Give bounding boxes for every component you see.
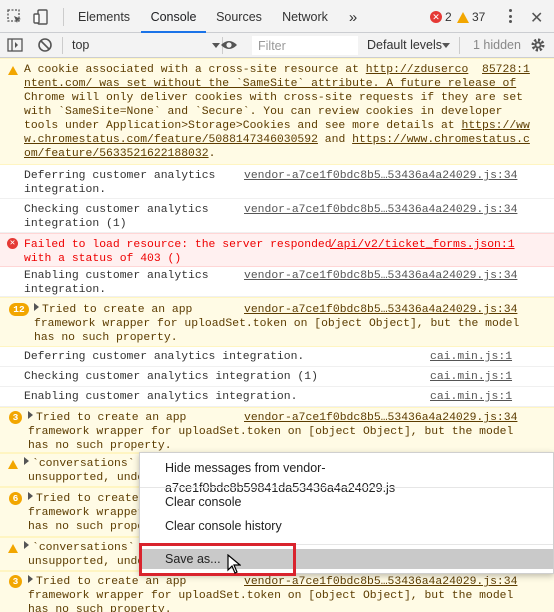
close-devtools-icon[interactable]: ✕ <box>530 8 543 28</box>
repeat-count-badge: 12 <box>9 303 29 316</box>
divider <box>459 37 460 54</box>
log-text: Deferring customer analytics integration… <box>24 351 305 363</box>
menu-separator <box>140 487 553 488</box>
console-warning: 12 Tried to create an app framework wrap… <box>0 297 554 347</box>
warning-icon <box>8 66 18 75</box>
console-log: Checking customer analytics integration … <box>0 367 554 387</box>
source-link[interactable]: cai.min.js:1 <box>430 370 512 384</box>
cookie-link-cont[interactable]: ntent.com/ was set without the `SameSite… <box>24 78 516 90</box>
log-text: Enabling customer analytics integration. <box>24 391 298 403</box>
warning-text[interactable]: Tried to create <box>28 492 139 506</box>
console-log: Enabling customer analytics integration. … <box>0 267 554 297</box>
warning-icon <box>457 11 469 23</box>
chevron-down-icon[interactable] <box>442 43 450 48</box>
tab-elements[interactable]: Elements <box>69 0 139 33</box>
gear-icon[interactable] <box>530 37 546 53</box>
sidebar-toggle-icon[interactable] <box>7 38 23 52</box>
chromestatus-link[interactable]: https://ww <box>461 120 529 132</box>
device-toolbar-icon[interactable] <box>32 8 50 26</box>
console-warning: 3 Tried to create an app framework wrapp… <box>0 407 554 453</box>
cookie-link[interactable]: http://zduserco <box>366 64 469 76</box>
warning-text[interactable]: Tried to create an app <box>34 303 192 317</box>
expand-triangle-icon[interactable] <box>28 575 33 583</box>
filter-input[interactable]: Filter <box>252 36 358 55</box>
warning-text[interactable]: Tried to create an app <box>28 575 186 589</box>
warning-icon <box>8 460 18 469</box>
console-log: Deferring customer analytics integration… <box>0 347 554 367</box>
source-link[interactable]: vendor-a7ce1f0bdc8b5…53436a4a24029.js:34 <box>244 575 517 589</box>
warning-text-cont: framework wrapper has no such prope <box>28 507 145 533</box>
expand-triangle-icon[interactable] <box>34 303 39 311</box>
tab-console[interactable]: Console <box>141 0 206 33</box>
warning-text-cont: framework wrapper for uploadSet.token on… <box>28 426 514 452</box>
error-icon: ✕ <box>430 11 442 23</box>
source-link[interactable]: vendor-a7ce1f0bdc8b5…53436a4a24029.js:34 <box>244 411 517 425</box>
error-count-badge[interactable]: ✕ 2 <box>430 9 452 25</box>
repeat-count-badge: 3 <box>9 411 22 424</box>
console-log: Enabling customer analytics integration.… <box>0 387 554 407</box>
eye-icon[interactable] <box>220 39 238 51</box>
console-error: ✕ Failed to load resource: the server re… <box>0 233 554 267</box>
expand-triangle-icon[interactable] <box>24 457 29 465</box>
more-options-icon[interactable] <box>509 9 513 25</box>
devtools-tabbar: Elements Console Sources Network » ✕ 2 3… <box>0 0 554 33</box>
console-toolbar: top Filter Default levels 1 hidden <box>0 33 554 58</box>
menu-item-clear-history[interactable]: Clear console history <box>140 516 553 536</box>
clear-console-icon[interactable] <box>37 37 53 53</box>
context-selector[interactable]: top <box>72 38 89 52</box>
error-icon: ✕ <box>7 238 18 249</box>
log-text: Checking customer analytics integration (… <box>24 204 209 230</box>
warning-text-cont: unsupported, undoc <box>28 556 152 568</box>
warning-text-cont: unsupported, undoc <box>28 472 152 484</box>
mouse-cursor-icon <box>227 554 241 574</box>
chromestatus-link-2[interactable]: https://www.chromestatus.c <box>352 134 530 146</box>
repeat-count-badge: 6 <box>9 492 22 505</box>
log-text: Enabling customer analytics integration. <box>24 270 209 296</box>
log-text: Checking customer analytics integration … <box>24 371 318 383</box>
console-warning: A cookie associated with a cross-site re… <box>0 58 554 165</box>
source-link[interactable]: vendor-a7ce1f0bdc8b5…53436a4a24029.js:34 <box>244 169 517 183</box>
source-link[interactable]: cai.min.js:1 <box>430 390 512 404</box>
inspect-element-icon[interactable] <box>6 8 24 26</box>
tab-network[interactable]: Network <box>272 0 338 33</box>
warning-count-badge[interactable]: 37 <box>457 9 485 25</box>
log-levels-dropdown[interactable]: Default levels <box>367 38 442 52</box>
expand-triangle-icon[interactable] <box>28 411 33 419</box>
chromestatus-link-2-cont[interactable]: om/feature/5633521622188032 <box>24 148 209 160</box>
warning-text[interactable]: `conversations` <box>24 457 135 471</box>
source-link[interactable]: vendor-a7ce1f0bdc8b5…53436a4a24029.js:34 <box>244 203 517 217</box>
log-text: Deferring customer analytics integration. <box>24 170 216 196</box>
chevron-down-icon[interactable] <box>212 43 220 48</box>
divider <box>63 8 64 26</box>
warning-text[interactable]: Tried to create an app <box>28 411 186 425</box>
expand-triangle-icon[interactable] <box>24 541 29 549</box>
console-warning: 3 Tried to create an app framework wrapp… <box>0 571 554 612</box>
tab-sources[interactable]: Sources <box>208 0 270 33</box>
source-link[interactable]: 85728:1 <box>482 64 530 76</box>
warning-text[interactable]: `conversations` <box>24 541 135 555</box>
error-text: Failed to load resource: the server resp… <box>24 239 332 265</box>
warning-text-cont: framework wrapper for uploadSet.token on… <box>34 318 520 344</box>
expand-triangle-icon[interactable] <box>28 492 33 500</box>
chromestatus-link-cont[interactable]: w.chromestatus.com/feature/5088147346030… <box>24 134 318 146</box>
repeat-count-badge: 3 <box>9 575 22 588</box>
menu-item-clear-console[interactable]: Clear console <box>140 492 553 512</box>
warning-text: A cookie associated with a cross-site re… <box>24 64 530 160</box>
warning-count: 37 <box>472 10 486 24</box>
highlight-box <box>139 543 296 576</box>
error-count: 2 <box>445 10 452 24</box>
source-link[interactable]: cai.min.js:1 <box>430 350 512 364</box>
warning-icon <box>8 544 18 553</box>
menu-item-hide-messages[interactable]: Hide messages from vendor-a7ce1f0bdc8b59… <box>140 458 553 495</box>
more-tabs-button[interactable]: » <box>340 0 366 33</box>
divider <box>62 37 63 54</box>
hidden-count: 1 hidden <box>473 38 521 52</box>
warning-text-cont: framework wrapper for uploadSet.token on… <box>28 590 514 612</box>
source-link[interactable]: vendor-a7ce1f0bdc8b5…53436a4a24029.js:34 <box>244 303 517 317</box>
console-log: Checking customer analytics integration (… <box>0 199 554 233</box>
source-link[interactable]: vendor-a7ce1f0bdc8b5…53436a4a24029.js:34 <box>244 269 517 283</box>
source-link[interactable]: /api/v2/ticket_forms.json:1 <box>330 238 515 252</box>
console-log: Deferring customer analytics integration.… <box>0 165 554 199</box>
